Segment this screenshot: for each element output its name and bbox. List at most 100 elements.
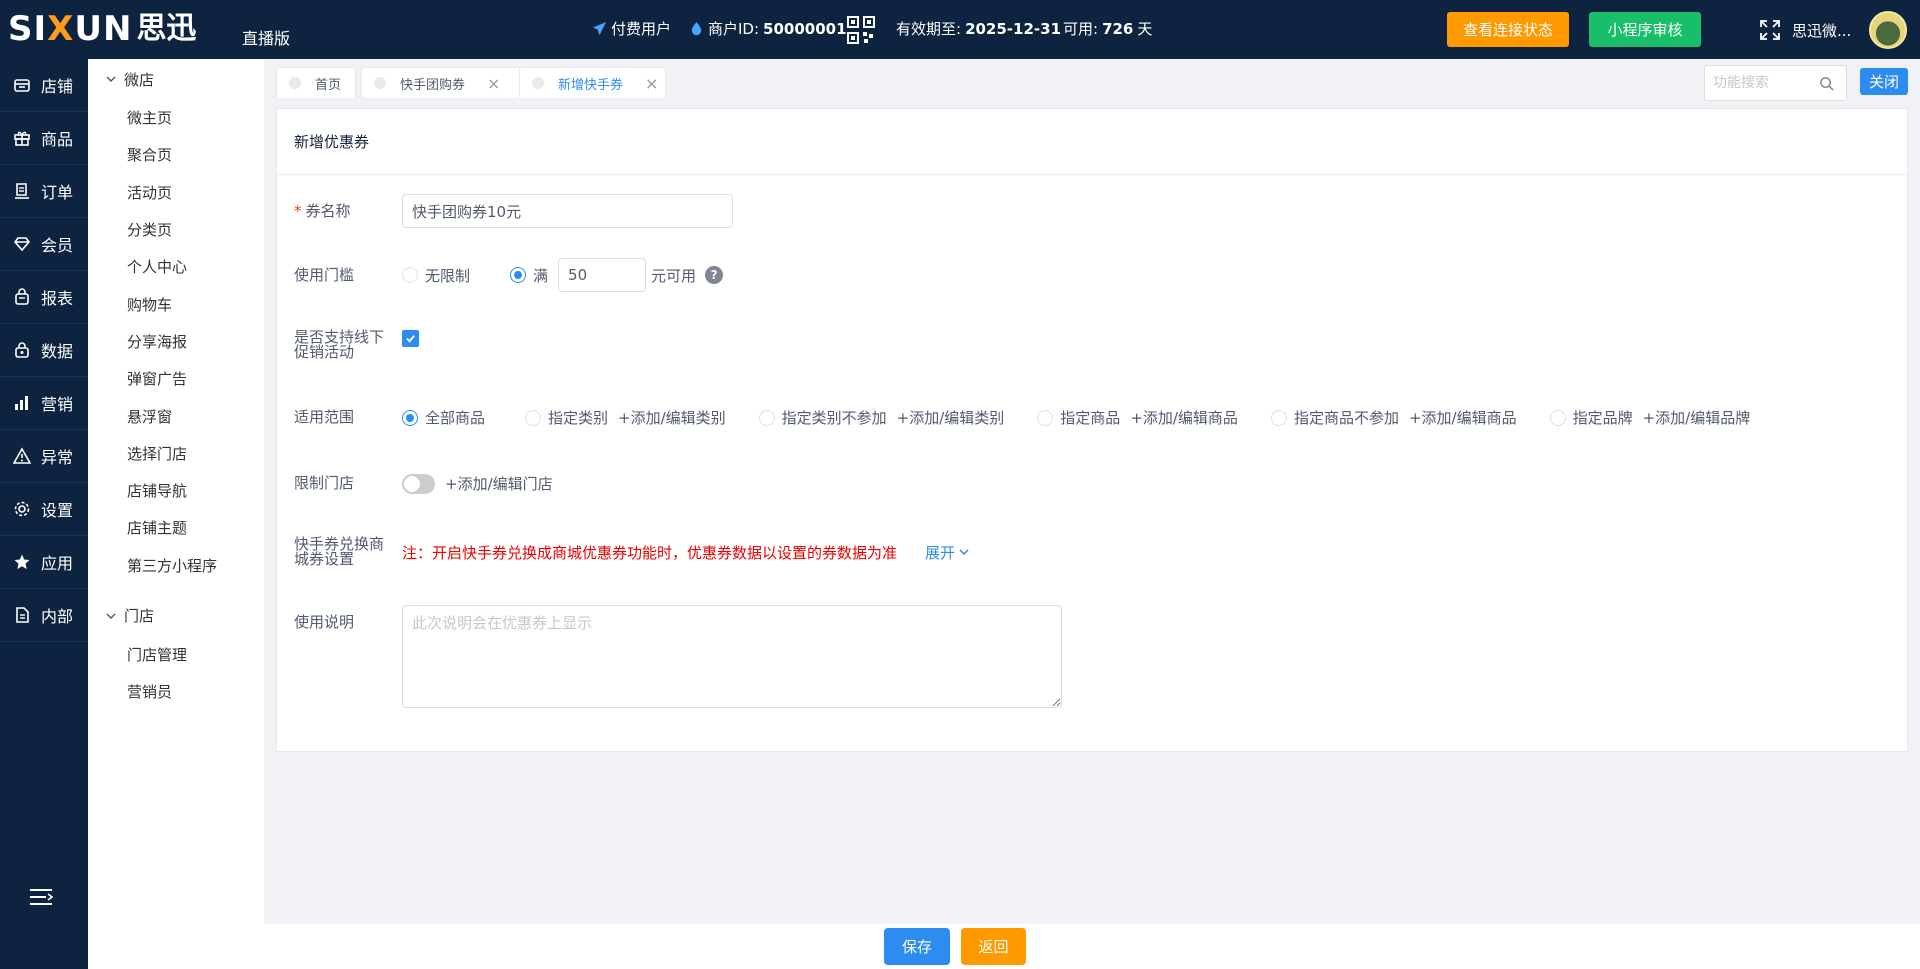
logo: SIXUN 思迅 xyxy=(8,9,197,49)
subnav-item[interactable]: 门店管理 xyxy=(88,636,264,673)
edit-brand-link[interactable]: +添加/编辑品牌 xyxy=(1643,407,1751,428)
threshold-amount-input[interactable]: 50 xyxy=(558,258,647,292)
subnav-item[interactable]: 分类页 xyxy=(88,211,264,248)
nav-item-settings[interactable]: 设置 xyxy=(0,483,88,536)
user-type: 付费用户 xyxy=(592,18,671,39)
chevron-down-icon xyxy=(959,549,969,556)
chevron-down-icon xyxy=(106,76,116,82)
bag-icon xyxy=(15,288,29,305)
edit-category-exclude-link[interactable]: +添加/编辑类别 xyxy=(897,407,1005,428)
subnav-group-store[interactable]: 门店 xyxy=(88,596,264,636)
bar-chart-icon xyxy=(15,396,28,410)
subnav-item[interactable]: 分享海报 xyxy=(88,323,264,360)
warning-icon xyxy=(13,447,31,464)
scope-option-all[interactable]: 全部商品 xyxy=(402,407,485,428)
exchange-note: 注：开启快手券兑换成商城优惠券功能时，优惠券数据以设置的券数据为准 xyxy=(402,543,898,562)
edit-store-link[interactable]: +添加/编辑门店 xyxy=(445,473,553,494)
scope-option-category-exclude[interactable]: 指定类别不参加 xyxy=(758,407,887,428)
merchant-id: 商户ID: 50000001 xyxy=(689,18,847,39)
subnav-item[interactable]: 店铺主题 xyxy=(88,509,264,546)
store-limit-label: 限制门店 xyxy=(294,474,355,492)
document-icon xyxy=(16,607,29,623)
back-button[interactable]: 返回 xyxy=(961,928,1026,965)
qr-code-icon[interactable] xyxy=(847,16,875,44)
gift-icon xyxy=(14,131,30,146)
subnav-item[interactable]: 选择门店 xyxy=(88,435,264,472)
tab-kuaishou-coupons[interactable]: 快手团购券 × xyxy=(361,67,521,99)
subnav-item[interactable]: 店铺导航 xyxy=(88,472,264,509)
subnav-item[interactable]: 第三方小程序 xyxy=(88,547,264,584)
subnav-item[interactable]: 聚合页 xyxy=(88,136,264,173)
edition-label: 直播版 xyxy=(242,29,291,48)
fullscreen-icon[interactable] xyxy=(1759,19,1781,41)
usage-textarea[interactable] xyxy=(402,605,1062,708)
nav-item-exception[interactable]: 异常 xyxy=(0,430,88,483)
scope-row: 适用范围 全部商品 指定类别 +添加/编辑类别 指定类别不参加 +添加/编辑类别… xyxy=(294,407,1750,428)
edit-goods-exclude-link[interactable]: +添加/编辑商品 xyxy=(1409,407,1517,428)
check-status-button[interactable]: 查看连接状态 xyxy=(1447,12,1569,47)
chevron-down-icon xyxy=(106,613,116,619)
nav-item-internal[interactable]: 内部 xyxy=(0,589,88,642)
coupon-name-input[interactable]: 快手团购券10元 xyxy=(402,194,733,228)
threshold-full-radio[interactable]: 满 xyxy=(510,265,548,286)
gear-icon xyxy=(14,501,30,517)
subnav-item[interactable]: 悬浮窗 xyxy=(88,397,264,434)
scope-option-brand[interactable]: 指定品牌 xyxy=(1549,407,1633,428)
subnav-item[interactable]: 营销员 xyxy=(88,673,264,710)
subnav-item[interactable]: 购物车 xyxy=(88,285,264,322)
nav-item-store[interactable]: 店铺 xyxy=(0,59,88,112)
scope-option-goods[interactable]: 指定商品 xyxy=(1037,407,1120,428)
drop-icon xyxy=(691,21,702,36)
expand-toggle[interactable]: 展开 xyxy=(925,542,969,563)
help-icon[interactable]: ? xyxy=(705,266,724,284)
tab-home[interactable]: 首页 xyxy=(276,67,356,99)
close-button[interactable]: 关闭 xyxy=(1860,68,1908,95)
save-button[interactable]: 保存 xyxy=(884,928,950,965)
function-search[interactable] xyxy=(1704,65,1847,101)
subnav-item[interactable]: 个人中心 xyxy=(88,248,264,285)
subnav-item[interactable]: 活动页 xyxy=(88,174,264,211)
expiry-date: 有效期至: 2025-12-31 xyxy=(896,19,1062,39)
search-icon[interactable] xyxy=(1819,76,1834,91)
tab-new-kuaishou-coupon[interactable]: 新增快手券 × xyxy=(519,67,666,99)
nav-item-marketing[interactable]: 营销 xyxy=(0,377,88,430)
available-days: 可用: 726 天 xyxy=(1063,19,1153,39)
username[interactable]: 思迅微... xyxy=(1792,20,1851,41)
close-icon[interactable]: × xyxy=(487,74,500,93)
nav-item-order[interactable]: 订单 xyxy=(0,165,88,218)
menu-collapse-icon[interactable] xyxy=(28,886,54,908)
function-search-input[interactable] xyxy=(1713,75,1819,91)
store-limit-row: 限制门店 +添加/编辑门店 xyxy=(294,473,553,494)
coupon-name-label: 券名称 xyxy=(305,201,351,220)
sub-nav: 微店 微主页 聚合页 活动页 分类页 个人中心 购物车 分享海报 弹窗广告 悬浮… xyxy=(88,59,264,969)
paper-plane-icon xyxy=(592,21,607,36)
nav-item-goods[interactable]: 商品 xyxy=(0,112,88,165)
avatar[interactable] xyxy=(1869,11,1907,49)
threshold-row: 使用门槛 无限制 满 50 元可用 ? xyxy=(294,258,724,292)
threshold-none-radio[interactable]: 无限制 xyxy=(402,265,470,286)
usage-label: 使用说明 xyxy=(294,613,355,631)
scope-option-category[interactable]: 指定类别 xyxy=(525,407,608,428)
coupon-name-row: * 券名称 快手团购券10元 xyxy=(294,194,733,228)
threshold-suffix: 元可用 xyxy=(651,266,697,285)
subnav-item[interactable]: 弹窗广告 xyxy=(88,360,264,397)
main-nav: 店铺 商品 订单 会员 报表 数据 营销 异常 设置 应用 内部 xyxy=(0,59,88,969)
subnav-group-microshop[interactable]: 微店 xyxy=(88,59,264,99)
page-title: 新增优惠券 xyxy=(277,109,1907,175)
nav-item-member[interactable]: 会员 xyxy=(0,218,88,271)
scope-option-goods-exclude[interactable]: 指定商品不参加 xyxy=(1270,407,1399,428)
coupon-form-card: 新增优惠券 * 券名称 快手团购券10元 使用门槛 无限制 满 50 元可用 ? … xyxy=(276,108,1908,752)
lock-bag-icon xyxy=(15,342,29,358)
offline-promo-checkbox[interactable] xyxy=(402,330,419,347)
edit-category-link[interactable]: +添加/编辑类别 xyxy=(618,407,726,428)
nav-item-report[interactable]: 报表 xyxy=(0,271,88,324)
star-icon xyxy=(14,554,30,569)
subnav-item[interactable]: 微主页 xyxy=(88,99,264,136)
mini-program-review-button[interactable]: 小程序审核 xyxy=(1589,12,1701,47)
edit-goods-link[interactable]: +添加/编辑商品 xyxy=(1130,407,1238,428)
close-icon[interactable]: × xyxy=(645,74,658,93)
nav-item-apps[interactable]: 应用 xyxy=(0,536,88,589)
nav-item-data[interactable]: 数据 xyxy=(0,324,88,377)
store-limit-switch[interactable] xyxy=(402,473,435,494)
usage-row: 使用说明 xyxy=(294,605,1062,708)
